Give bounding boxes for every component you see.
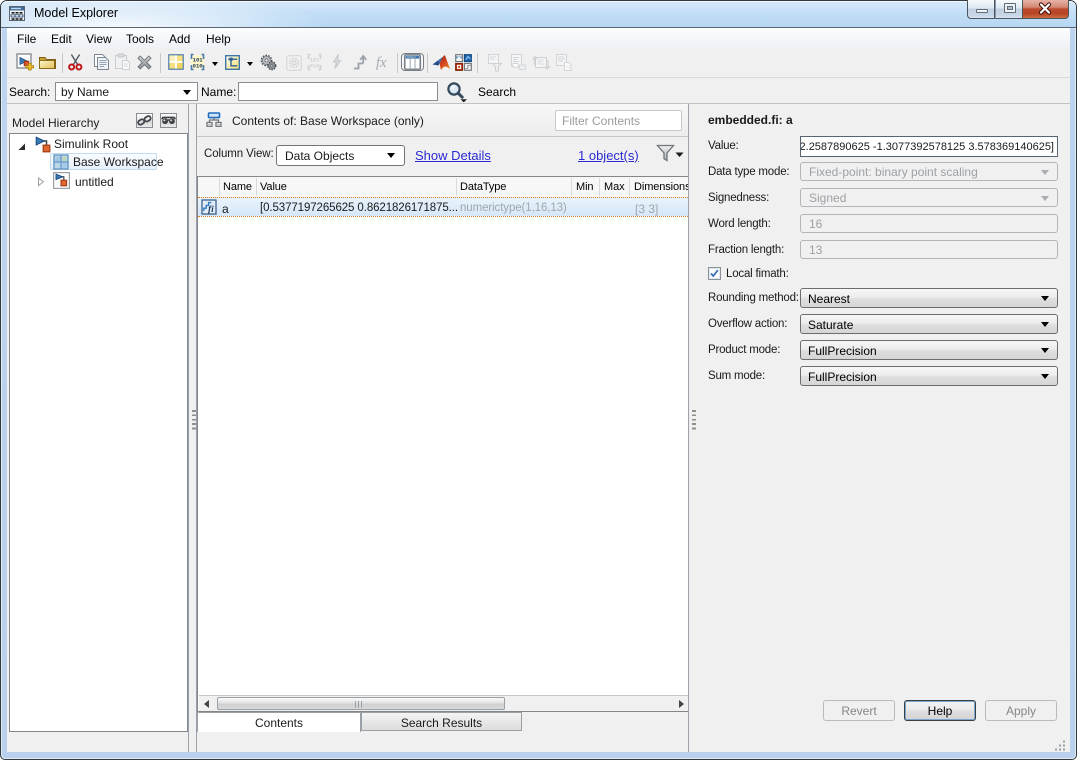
svg-text:fi: fi — [208, 205, 214, 215]
svg-text:010: 010 — [193, 63, 204, 70]
svg-text:010: 010 — [310, 63, 321, 70]
svg-text:fx: fx — [376, 55, 387, 71]
